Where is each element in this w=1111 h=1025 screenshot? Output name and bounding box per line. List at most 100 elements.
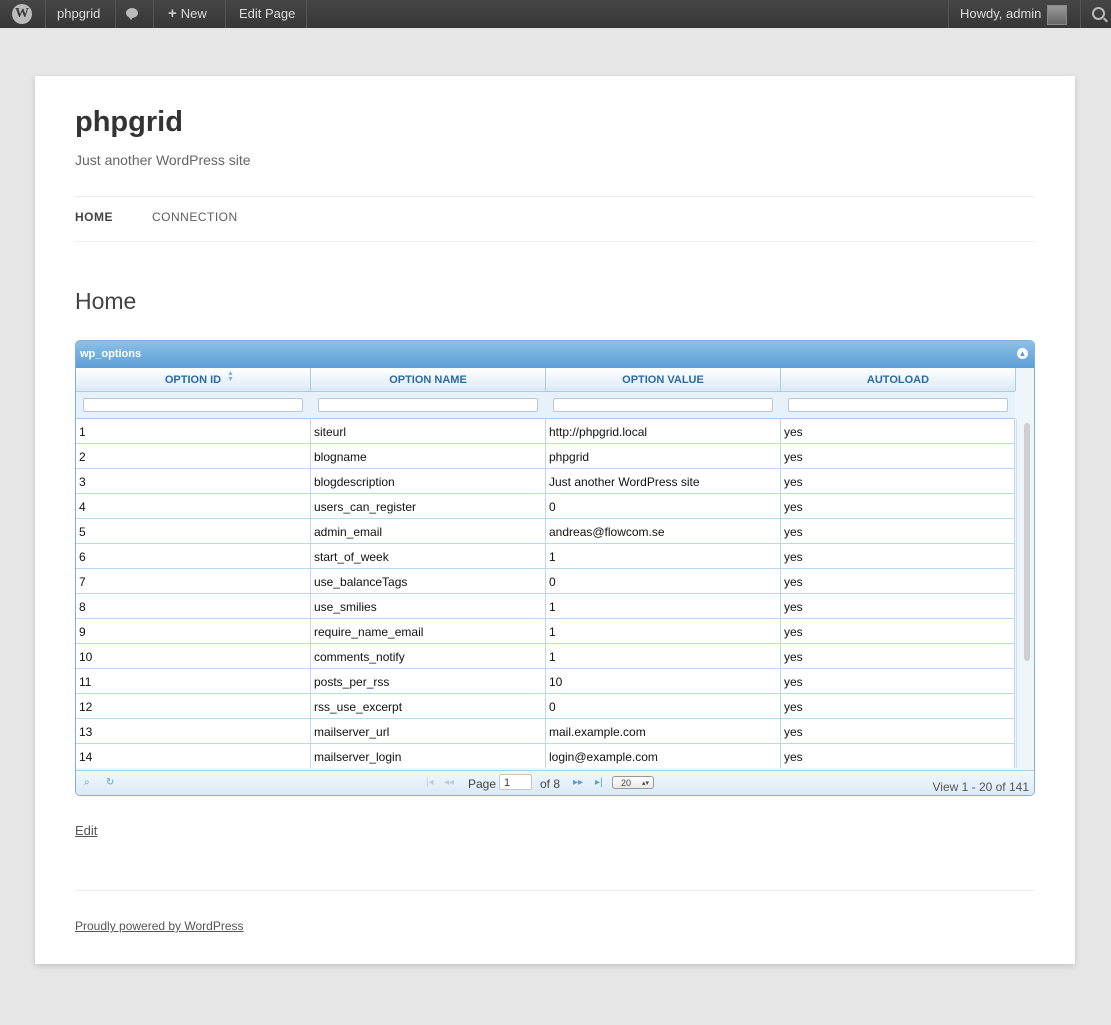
my-account-menu[interactable]: Howdy, admin: [950, 0, 1077, 28]
new-content-button[interactable]: + New: [158, 0, 217, 28]
table-row[interactable]: 9 require_name_email 1 yes: [76, 619, 1015, 644]
cell-option-value: 0: [546, 694, 781, 718]
cell-autoload: yes: [781, 619, 1015, 643]
avatar: [1047, 4, 1068, 25]
sort-icon[interactable]: ▲ ▼: [227, 370, 234, 383]
site-title[interactable]: phpgrid: [75, 106, 183, 139]
cell-option-id: 10: [76, 644, 311, 668]
cell-option-value: phpgrid: [546, 444, 781, 468]
filter-input-option-name[interactable]: [318, 398, 538, 412]
cell-option-name: mailserver_login: [311, 744, 546, 768]
table-row[interactable]: 4 users_can_register 0 yes: [76, 494, 1015, 519]
filter-toolbar: [76, 392, 1015, 419]
table-row[interactable]: 5 admin_email andreas@flowcom.se yes: [76, 519, 1015, 544]
cell-autoload: yes: [781, 444, 1015, 468]
cell-option-name: mailserver_url: [311, 719, 546, 743]
admin-bar-separator: [115, 0, 116, 28]
admin-bar-separator: [306, 0, 307, 28]
cell-option-value: 10: [546, 669, 781, 693]
admin-search-button[interactable]: [1082, 0, 1110, 28]
search-icon[interactable]: ⌕: [84, 777, 90, 788]
table-row[interactable]: 7 use_balanceTags 0 yes: [76, 569, 1015, 594]
site-name-link[interactable]: phpgrid: [47, 0, 110, 28]
footer-credit-link[interactable]: Proudly powered by WordPress: [75, 919, 244, 933]
cell-option-id: 11: [76, 669, 311, 693]
edit-link[interactable]: Edit: [75, 823, 97, 838]
cell-option-id: 4: [76, 494, 311, 518]
page-number-input[interactable]: 1: [499, 774, 532, 790]
data-grid: wp_options ▲ OPTION ID ▲ ▼ OPTION NAME OP…: [75, 340, 1035, 796]
cell-option-name: siteurl: [311, 419, 546, 443]
cell-autoload: yes: [781, 644, 1015, 668]
refresh-icon[interactable]: ↻: [106, 777, 114, 788]
cell-autoload: yes: [781, 669, 1015, 693]
table-row[interactable]: 13 mailserver_url mail.example.com yes: [76, 719, 1015, 744]
cell-option-id: 12: [76, 694, 311, 718]
table-row[interactable]: 2 blogname phpgrid yes: [76, 444, 1015, 469]
cell-option-value: mail.example.com: [546, 719, 781, 743]
divider: [75, 890, 1035, 891]
page-container: phpgrid Just another WordPress site HOME…: [35, 76, 1075, 964]
grid-header: OPTION ID ▲ ▼ OPTION NAME OPTION VALUE AU…: [76, 368, 1016, 392]
admin-bar-separator: [153, 0, 154, 28]
cell-option-value: 1: [546, 619, 781, 643]
cell-option-name: admin_email: [311, 519, 546, 543]
cell-option-id: 7: [76, 569, 311, 593]
select-arrows-icon: ▴▾: [641, 780, 649, 787]
vertical-scrollbar[interactable]: [1016, 419, 1034, 768]
column-header-autoload[interactable]: AUTOLOAD: [781, 368, 1016, 391]
filter-input-autoload[interactable]: [788, 398, 1008, 412]
cell-option-name: users_can_register: [311, 494, 546, 518]
site-description: Just another WordPress site: [75, 152, 251, 168]
previous-page-icon[interactable]: ◂◂: [444, 777, 454, 788]
admin-bar-separator: [45, 0, 46, 28]
plus-icon: +: [168, 5, 177, 22]
edit-page-button[interactable]: Edit Page: [229, 0, 305, 28]
column-header-option-name[interactable]: OPTION NAME: [311, 368, 546, 391]
filter-input-option-id[interactable]: [83, 398, 303, 412]
column-header-option-id[interactable]: OPTION ID ▲ ▼: [76, 368, 311, 391]
divider: [75, 196, 1035, 197]
table-row[interactable]: 11 posts_per_rss 10 yes: [76, 669, 1015, 694]
column-header-option-value[interactable]: OPTION VALUE: [546, 368, 781, 391]
table-row[interactable]: 1 siteurl http://phpgrid.local yes: [76, 419, 1015, 444]
scrollbar-thumb[interactable]: [1024, 423, 1030, 661]
table-row[interactable]: 12 rss_use_excerpt 0 yes: [76, 694, 1015, 719]
divider: [75, 241, 1035, 242]
cell-option-id: 9: [76, 619, 311, 643]
page-label: Page: [468, 777, 497, 791]
cell-option-id: 5: [76, 519, 311, 543]
table-row[interactable]: 6 start_of_week 1 yes: [76, 544, 1015, 569]
grid-caption-bar: wp_options ▲: [76, 341, 1034, 368]
cell-autoload: yes: [781, 694, 1015, 718]
grid-pager: ⌕ ↻ |◂ ◂◂ Page 1 of 8 ▸▸ ▸| 20 ▴▾ View 1…: [76, 770, 1034, 795]
admin-bar-separator: [225, 0, 226, 28]
cell-option-value: Just another WordPress site: [546, 469, 781, 493]
cell-autoload: yes: [781, 419, 1015, 443]
nav-item-home[interactable]: HOME: [75, 210, 113, 224]
cell-autoload: yes: [781, 469, 1015, 493]
cell-option-value: 1: [546, 544, 781, 568]
next-page-icon[interactable]: ▸▸: [573, 777, 583, 788]
cell-option-value: http://phpgrid.local: [546, 419, 781, 443]
record-count-label: View 1 - 20 of 141: [932, 780, 1029, 794]
collapse-icon[interactable]: ▲: [1017, 348, 1028, 359]
filter-input-option-value[interactable]: [553, 398, 773, 412]
cell-option-name: rss_use_excerpt: [311, 694, 546, 718]
table-row[interactable]: 3 blogdescription Just another WordPress s…: [76, 469, 1015, 494]
first-page-icon[interactable]: |◂: [426, 777, 434, 788]
table-row[interactable]: 10 comments_notify 1 yes: [76, 644, 1015, 669]
last-page-icon[interactable]: ▸|: [595, 777, 603, 788]
table-row[interactable]: 8 use_smilies 1 yes: [76, 594, 1015, 619]
wordpress-logo-menu[interactable]: W: [2, 0, 32, 28]
cell-option-value: 1: [546, 644, 781, 668]
cell-autoload: yes: [781, 569, 1015, 593]
nav-item-connection[interactable]: CONNECTION: [152, 210, 238, 224]
cell-option-id: 8: [76, 594, 311, 618]
cell-option-value: login@example.com: [546, 744, 781, 768]
table-row[interactable]: 14 mailserver_login login@example.com yes: [76, 744, 1015, 768]
cell-option-id: 3: [76, 469, 311, 493]
rows-per-page-select[interactable]: 20 ▴▾: [612, 776, 654, 789]
cell-autoload: yes: [781, 719, 1015, 743]
comments-link[interactable]: [118, 0, 144, 28]
